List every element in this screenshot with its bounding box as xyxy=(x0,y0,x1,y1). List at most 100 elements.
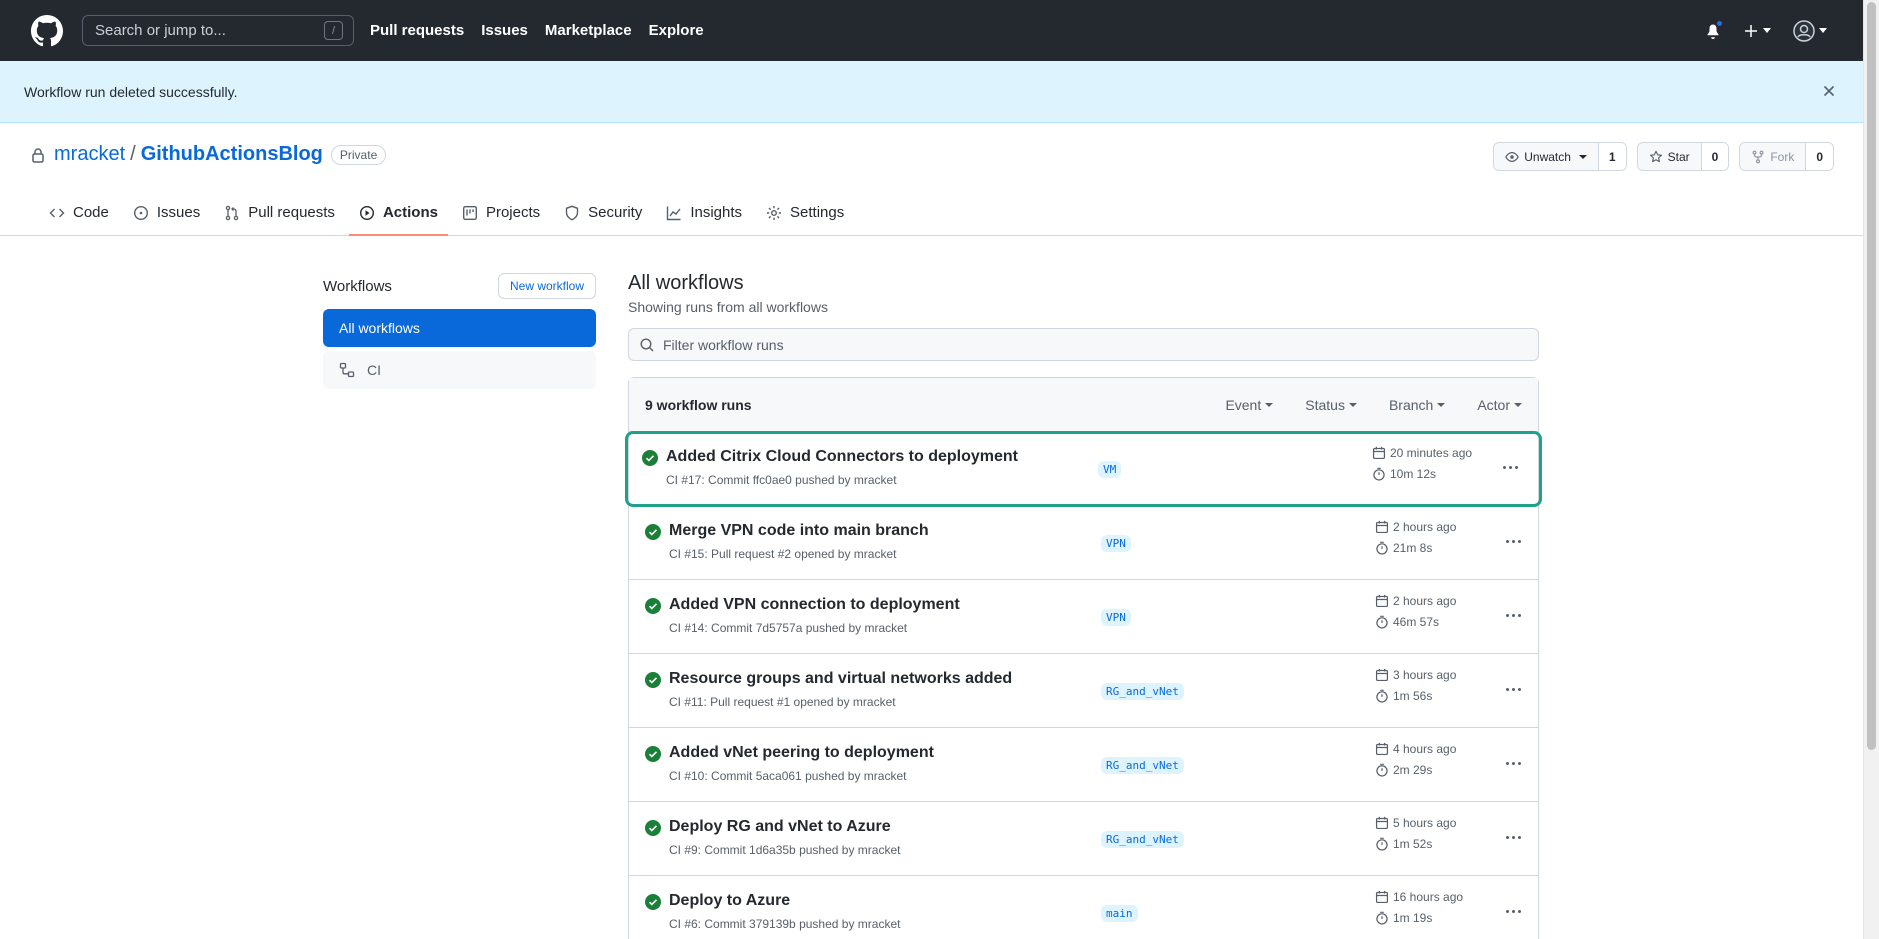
event-filter[interactable]: Event xyxy=(1225,397,1274,413)
calendar-icon xyxy=(1375,742,1389,756)
run-branch-label[interactable]: VPN xyxy=(1101,535,1131,552)
runs-table-header: 9 workflow runs Event Status Branch Acto… xyxy=(629,378,1538,432)
filter-runs-input[interactable]: Filter workflow runs xyxy=(628,328,1539,361)
create-new-button[interactable] xyxy=(1743,23,1771,39)
tab-security[interactable]: Security xyxy=(554,190,652,235)
workflow-run-row[interactable]: Deploy RG and vNet to Azure CI #9: Commi… xyxy=(629,802,1538,876)
sidebar-item-ci[interactable]: CI xyxy=(323,351,596,389)
fork-count[interactable]: 0 xyxy=(1805,143,1833,170)
run-branch-label[interactable]: RG_and_vNet xyxy=(1101,757,1184,774)
tab-projects[interactable]: Projects xyxy=(452,190,550,235)
search-input[interactable]: Search or jump to... / xyxy=(82,15,354,46)
run-duration: 2m 29s xyxy=(1375,763,1432,777)
check-circle-icon xyxy=(645,894,661,910)
nav-explore[interactable]: Explore xyxy=(649,22,704,39)
notifications-bell-icon[interactable] xyxy=(1705,18,1724,40)
run-when-text: 2 hours ago xyxy=(1393,594,1457,608)
play-icon xyxy=(359,205,374,220)
sidebar-item-all-workflows[interactable]: All workflows xyxy=(323,309,596,347)
run-when-text: 20 minutes ago xyxy=(1390,446,1473,460)
repo-owner-link[interactable]: mracket xyxy=(54,143,125,166)
tab-settings[interactable]: Settings xyxy=(756,190,854,235)
search-icon xyxy=(640,337,654,351)
run-title-link[interactable]: Added VPN connection to deployment xyxy=(669,596,960,614)
fork-button[interactable]: Fork xyxy=(1740,143,1806,170)
branch-filter[interactable]: Branch xyxy=(1389,397,1446,413)
run-when: 5 hours ago xyxy=(1375,816,1456,830)
nav-marketplace[interactable]: Marketplace xyxy=(545,22,632,39)
tab-label: Security xyxy=(588,204,643,221)
run-branch-label[interactable]: RG_and_vNet xyxy=(1101,683,1184,700)
tab-actions[interactable]: Actions xyxy=(348,190,448,236)
run-branch-label[interactable]: RG_and_vNet xyxy=(1101,831,1184,848)
run-branch-label[interactable]: VM xyxy=(1098,461,1122,478)
workflow-run-row[interactable]: Merge VPN code into main branch CI #15: … xyxy=(629,506,1538,580)
run-menu-button[interactable] xyxy=(1503,903,1523,919)
tab-issues[interactable]: Issues xyxy=(123,190,210,235)
run-branch-label[interactable]: VPN xyxy=(1101,609,1131,626)
run-title-link[interactable]: Deploy to Azure xyxy=(669,892,790,910)
runs-table: 9 workflow runs Event Status Branch Acto… xyxy=(625,377,1542,939)
close-icon[interactable] xyxy=(1821,83,1837,99)
tab-insights[interactable]: Insights xyxy=(656,190,752,235)
nav-issues[interactable]: Issues xyxy=(481,22,528,39)
sidebar-title: Workflows xyxy=(323,277,392,295)
star-button[interactable]: Star xyxy=(1637,143,1701,170)
chevron-down-icon xyxy=(1763,28,1771,33)
run-menu-button[interactable] xyxy=(1503,533,1523,549)
run-duration-text: 1m 19s xyxy=(1393,911,1433,925)
run-when: 20 minutes ago xyxy=(1372,446,1472,460)
run-duration-text: 1m 52s xyxy=(1393,837,1433,851)
run-menu-button[interactable] xyxy=(1503,681,1523,697)
stopwatch-icon xyxy=(1376,911,1388,925)
run-when-text: 3 hours ago xyxy=(1393,668,1457,682)
run-title-link[interactable]: Resource groups and virtual networks add… xyxy=(669,670,1012,688)
star-count[interactable]: 0 xyxy=(1700,143,1729,170)
repo-name-link[interactable]: GithubActionsBlog xyxy=(141,143,323,166)
page-title: All workflows xyxy=(628,272,744,294)
run-meta: CI #6: Commit 379139b pushed by mracket xyxy=(669,917,901,931)
workflow-run-row[interactable]: Deploy to Azure CI #6: Commit 379139b pu… xyxy=(629,876,1538,939)
run-when: 2 hours ago xyxy=(1375,594,1456,608)
run-title-link[interactable]: Merge VPN code into main branch xyxy=(669,522,929,540)
nav-pull-requests[interactable]: Pull requests xyxy=(370,22,464,39)
run-menu-button[interactable] xyxy=(1500,459,1520,475)
stopwatch-icon xyxy=(1376,689,1388,703)
run-menu-button[interactable] xyxy=(1503,607,1523,623)
run-menu-button[interactable] xyxy=(1503,755,1523,771)
new-workflow-button[interactable]: New workflow xyxy=(497,273,596,299)
run-when-text: 5 hours ago xyxy=(1393,816,1457,830)
page-scrollbar[interactable] xyxy=(1863,0,1879,939)
workflow-run-row[interactable]: Added vNet peering to deployment CI #10:… xyxy=(629,728,1538,802)
flash-message: Workflow run deleted successfully. xyxy=(0,61,1863,123)
github-logo-icon[interactable] xyxy=(30,14,64,48)
code-icon xyxy=(49,208,65,217)
check-circle-icon xyxy=(645,672,661,688)
run-title-link[interactable]: Added Citrix Cloud Connectors to deploym… xyxy=(666,448,1018,466)
workflow-run-row[interactable]: Added VPN connection to deployment CI #1… xyxy=(629,580,1538,654)
filter-placeholder: Filter workflow runs xyxy=(663,336,784,353)
gear-icon xyxy=(767,205,782,220)
run-title-link[interactable]: Deploy RG and vNet to Azure xyxy=(669,818,891,836)
stopwatch-icon xyxy=(1376,837,1388,851)
workflow-run-row[interactable]: Added Citrix Cloud Connectors to deploym… xyxy=(625,431,1542,507)
run-title-link[interactable]: Added vNet peering to deployment xyxy=(669,744,934,762)
calendar-icon xyxy=(1375,594,1389,608)
run-branch-label[interactable]: main xyxy=(1101,905,1138,922)
tab-label: Pull requests xyxy=(248,204,335,221)
scrollbar-thumb[interactable] xyxy=(1867,2,1876,750)
tab-code[interactable]: Code xyxy=(39,190,119,235)
run-duration: 1m 52s xyxy=(1375,837,1432,851)
run-menu-button[interactable] xyxy=(1503,829,1523,845)
run-duration-text: 10m 12s xyxy=(1390,467,1437,481)
status-filter[interactable]: Status xyxy=(1305,397,1357,413)
unwatch-button[interactable]: Unwatch xyxy=(1494,143,1598,170)
user-menu-button[interactable] xyxy=(1793,19,1827,42)
tab-pull-requests[interactable]: Pull requests xyxy=(214,190,345,235)
actor-filter[interactable]: Actor xyxy=(1477,397,1522,413)
repo-tabs: Code Issues Pull requests Actions Projec… xyxy=(0,190,1863,236)
run-when-text: 16 hours ago xyxy=(1393,890,1464,904)
workflow-run-row[interactable]: Resource groups and virtual networks add… xyxy=(629,654,1538,728)
run-when: 16 hours ago xyxy=(1375,890,1463,904)
watch-count[interactable]: 1 xyxy=(1597,143,1626,170)
